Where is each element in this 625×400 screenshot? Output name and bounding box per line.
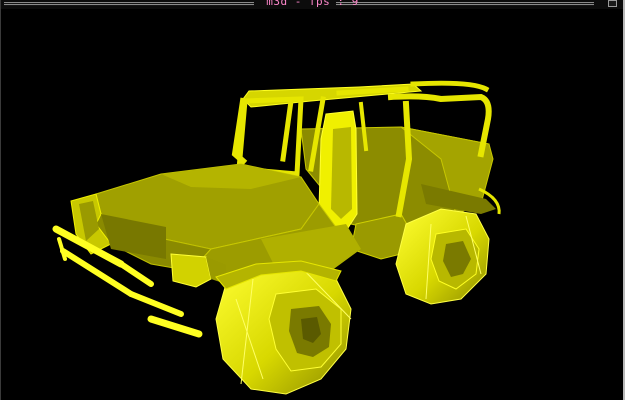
window-title: m3d - fps : 9 <box>266 0 359 8</box>
title-bar[interactable]: m3d - fps : 9 <box>0 0 625 9</box>
render-viewport[interactable] <box>1 9 623 400</box>
rear-wheel <box>395 208 490 305</box>
app-window: m3d - fps : 9 <box>0 0 625 400</box>
close-icon[interactable] <box>608 0 617 7</box>
jeep-model <box>52 80 501 395</box>
